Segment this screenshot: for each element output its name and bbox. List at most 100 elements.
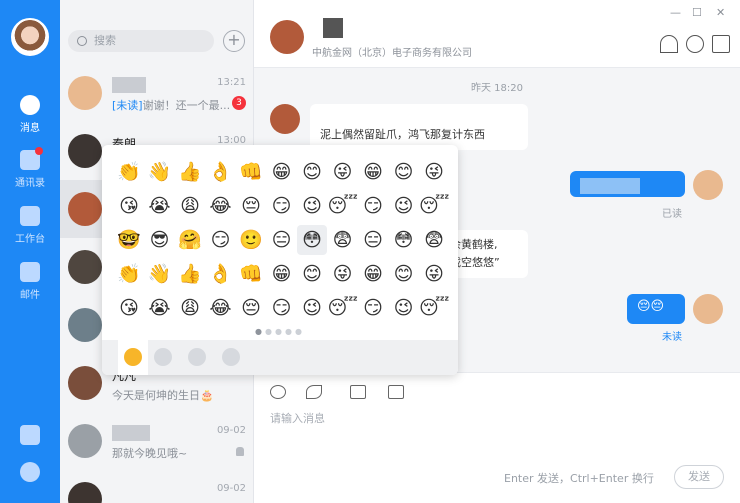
send-button[interactable]: 发送 (674, 465, 724, 489)
emoji-option[interactable]: 😏 (267, 191, 297, 221)
avatar (68, 482, 102, 503)
emoji-option[interactable]: 😏 (267, 293, 297, 323)
emoji-option[interactable]: 👍 (175, 157, 205, 187)
conversation-name (112, 425, 150, 441)
emoji-option[interactable]: 😁 (267, 157, 297, 187)
emoji-pager[interactable]: ●●●●● (102, 327, 458, 336)
emoji-option[interactable]: 😉 (297, 191, 327, 221)
emoji-option[interactable]: 😊 (389, 157, 419, 187)
bookmark-icon[interactable] (20, 425, 40, 445)
emoji-option[interactable]: 😂 (206, 191, 236, 221)
emoji-option[interactable]: 👌 (206, 157, 236, 187)
chat-header: 中航金网（北京）电子商务有限公司 — ☐ ✕ (254, 0, 740, 68)
emoji-option[interactable]: 😘 (114, 293, 144, 323)
unread-tag: [未读] (112, 99, 143, 112)
contact-card-icon[interactable] (388, 385, 404, 399)
emoji-option[interactable]: 🤓 (114, 225, 144, 255)
emoji-option[interactable]: 😁 (267, 259, 297, 289)
emoji-option[interactable]: 😨 (419, 225, 449, 255)
outgoing-emoji-message[interactable]: 😔😔 (627, 294, 685, 324)
emoji-option[interactable]: 👍 (175, 259, 205, 289)
list-item[interactable]: 09-02 那就今晚见哦~ (60, 412, 254, 470)
emoji-option[interactable]: 😉 (297, 293, 327, 323)
menu-icon[interactable] (712, 35, 730, 53)
emoji-option[interactable]: 😑 (267, 225, 297, 255)
emoji-option[interactable]: 😜 (419, 259, 449, 289)
search-icon (77, 36, 87, 46)
outgoing-message[interactable] (570, 171, 685, 197)
emoji-option[interactable]: 😉 (389, 293, 419, 323)
emoji-option[interactable]: 😏 (358, 293, 388, 323)
emoji-icon[interactable] (270, 385, 286, 399)
emoji-tab[interactable] (188, 348, 206, 366)
emoji-option[interactable]: 👊 (236, 157, 266, 187)
emoji-picker: 👏 👋 👍 👌 👊 😁 😊 😜 😁 😊 😜 😘 😭 😩 😂 😔 😏 😉 😴 😏 😉 😴 🤓 😎 🤗 😏 🙂 😑 😳 😨 😑 😳 😨 👏 👋 👍 👌 👊 😁 😊… (102, 145, 458, 375)
emoji-option[interactable]: 👋 (145, 259, 175, 289)
emoji-option[interactable]: 👏 (114, 157, 144, 187)
nav-contacts[interactable]: 通讯录 (0, 147, 60, 189)
nav-messages[interactable]: 消息 (0, 95, 60, 134)
nav-workbench[interactable]: 工作台 (0, 206, 60, 245)
emoji-option[interactable]: 😜 (328, 157, 358, 187)
incoming-message[interactable]: 泥上偶然留趾爪，鸿飞那复计东西 (310, 104, 528, 150)
close-button[interactable]: ✕ (716, 6, 725, 19)
contact-avatar[interactable] (270, 20, 304, 54)
emoji-option[interactable]: 😁 (358, 259, 388, 289)
maximize-button[interactable]: ☐ (692, 6, 702, 19)
mail-icon (20, 262, 40, 282)
emoji-option[interactable]: 😴 (419, 191, 449, 221)
emoji-option[interactable]: 😁 (358, 157, 388, 187)
add-member-icon[interactable] (660, 35, 678, 53)
emoji-option[interactable]: 😴 (328, 191, 358, 221)
settings-icon[interactable] (20, 462, 40, 482)
emoji-option[interactable]: 😂 (206, 293, 236, 323)
emoji-option[interactable]: 😘 (114, 191, 144, 221)
history-icon[interactable] (686, 35, 704, 53)
list-item[interactable]: 13:21 [未读]谢谢！还一个最... 3 (60, 64, 254, 122)
message-input[interactable]: 请输入消息 (270, 410, 325, 426)
emoji-option[interactable]: 😭 (145, 191, 175, 221)
minimize-button[interactable]: — (670, 6, 681, 19)
emoji-option[interactable]: 😉 (389, 191, 419, 221)
emoji-option[interactable]: 😜 (419, 157, 449, 187)
emoji-tab-smileys[interactable] (118, 340, 148, 375)
emoji-tab[interactable] (154, 348, 172, 366)
emoji-option[interactable]: 😳 (297, 225, 327, 255)
scissors-icon[interactable] (306, 385, 322, 399)
search-input[interactable]: 搜索 (68, 30, 214, 52)
read-status: 已读 (662, 209, 682, 220)
list-item[interactable]: 09-02 (60, 470, 254, 503)
emoji-option[interactable]: 👊 (236, 259, 266, 289)
emoji-tab[interactable] (222, 348, 240, 366)
emoji-option[interactable]: 😴 (328, 293, 358, 323)
emoji-option[interactable]: 😭 (145, 293, 175, 323)
emoji-option[interactable]: 👏 (114, 259, 144, 289)
emoji-option[interactable]: 😎 (145, 225, 175, 255)
emoji-option[interactable]: 😨 (328, 225, 358, 255)
emoji-option[interactable]: 😳 (389, 225, 419, 255)
emoji-option[interactable]: 👌 (206, 259, 236, 289)
nav-mail[interactable]: 邮件 (0, 262, 60, 301)
emoji-option[interactable]: 👋 (145, 157, 175, 187)
emoji-option[interactable]: 😑 (358, 225, 388, 255)
emoji-option[interactable]: 😔 (236, 191, 266, 221)
emoji-option[interactable]: 😩 (175, 191, 205, 221)
conversation-text: 谢谢！还一个最... (142, 99, 231, 112)
app-window: 消息 通讯录 工作台 邮件 搜索 + 13:21 [未读]谢谢！还一个最... (0, 0, 740, 503)
emoji-option[interactable]: 😏 (358, 191, 388, 221)
emoji-option[interactable]: 🙂 (236, 225, 266, 255)
folder-icon[interactable] (350, 385, 366, 399)
emoji-option[interactable]: 😊 (297, 259, 327, 289)
emoji-option[interactable]: 😏 (206, 225, 236, 255)
avatar (68, 76, 102, 110)
add-button[interactable]: + (223, 30, 245, 52)
emoji-option[interactable]: 😔 (236, 293, 266, 323)
emoji-option[interactable]: 🤗 (175, 225, 205, 255)
my-avatar[interactable] (11, 18, 49, 56)
left-rail: 消息 通讯录 工作台 邮件 (0, 0, 60, 503)
emoji-option[interactable]: 😴 (419, 293, 449, 323)
emoji-option[interactable]: 😜 (328, 259, 358, 289)
emoji-option[interactable]: 😊 (297, 157, 327, 187)
emoji-option[interactable]: 😩 (175, 293, 205, 323)
emoji-option[interactable]: 😊 (389, 259, 419, 289)
